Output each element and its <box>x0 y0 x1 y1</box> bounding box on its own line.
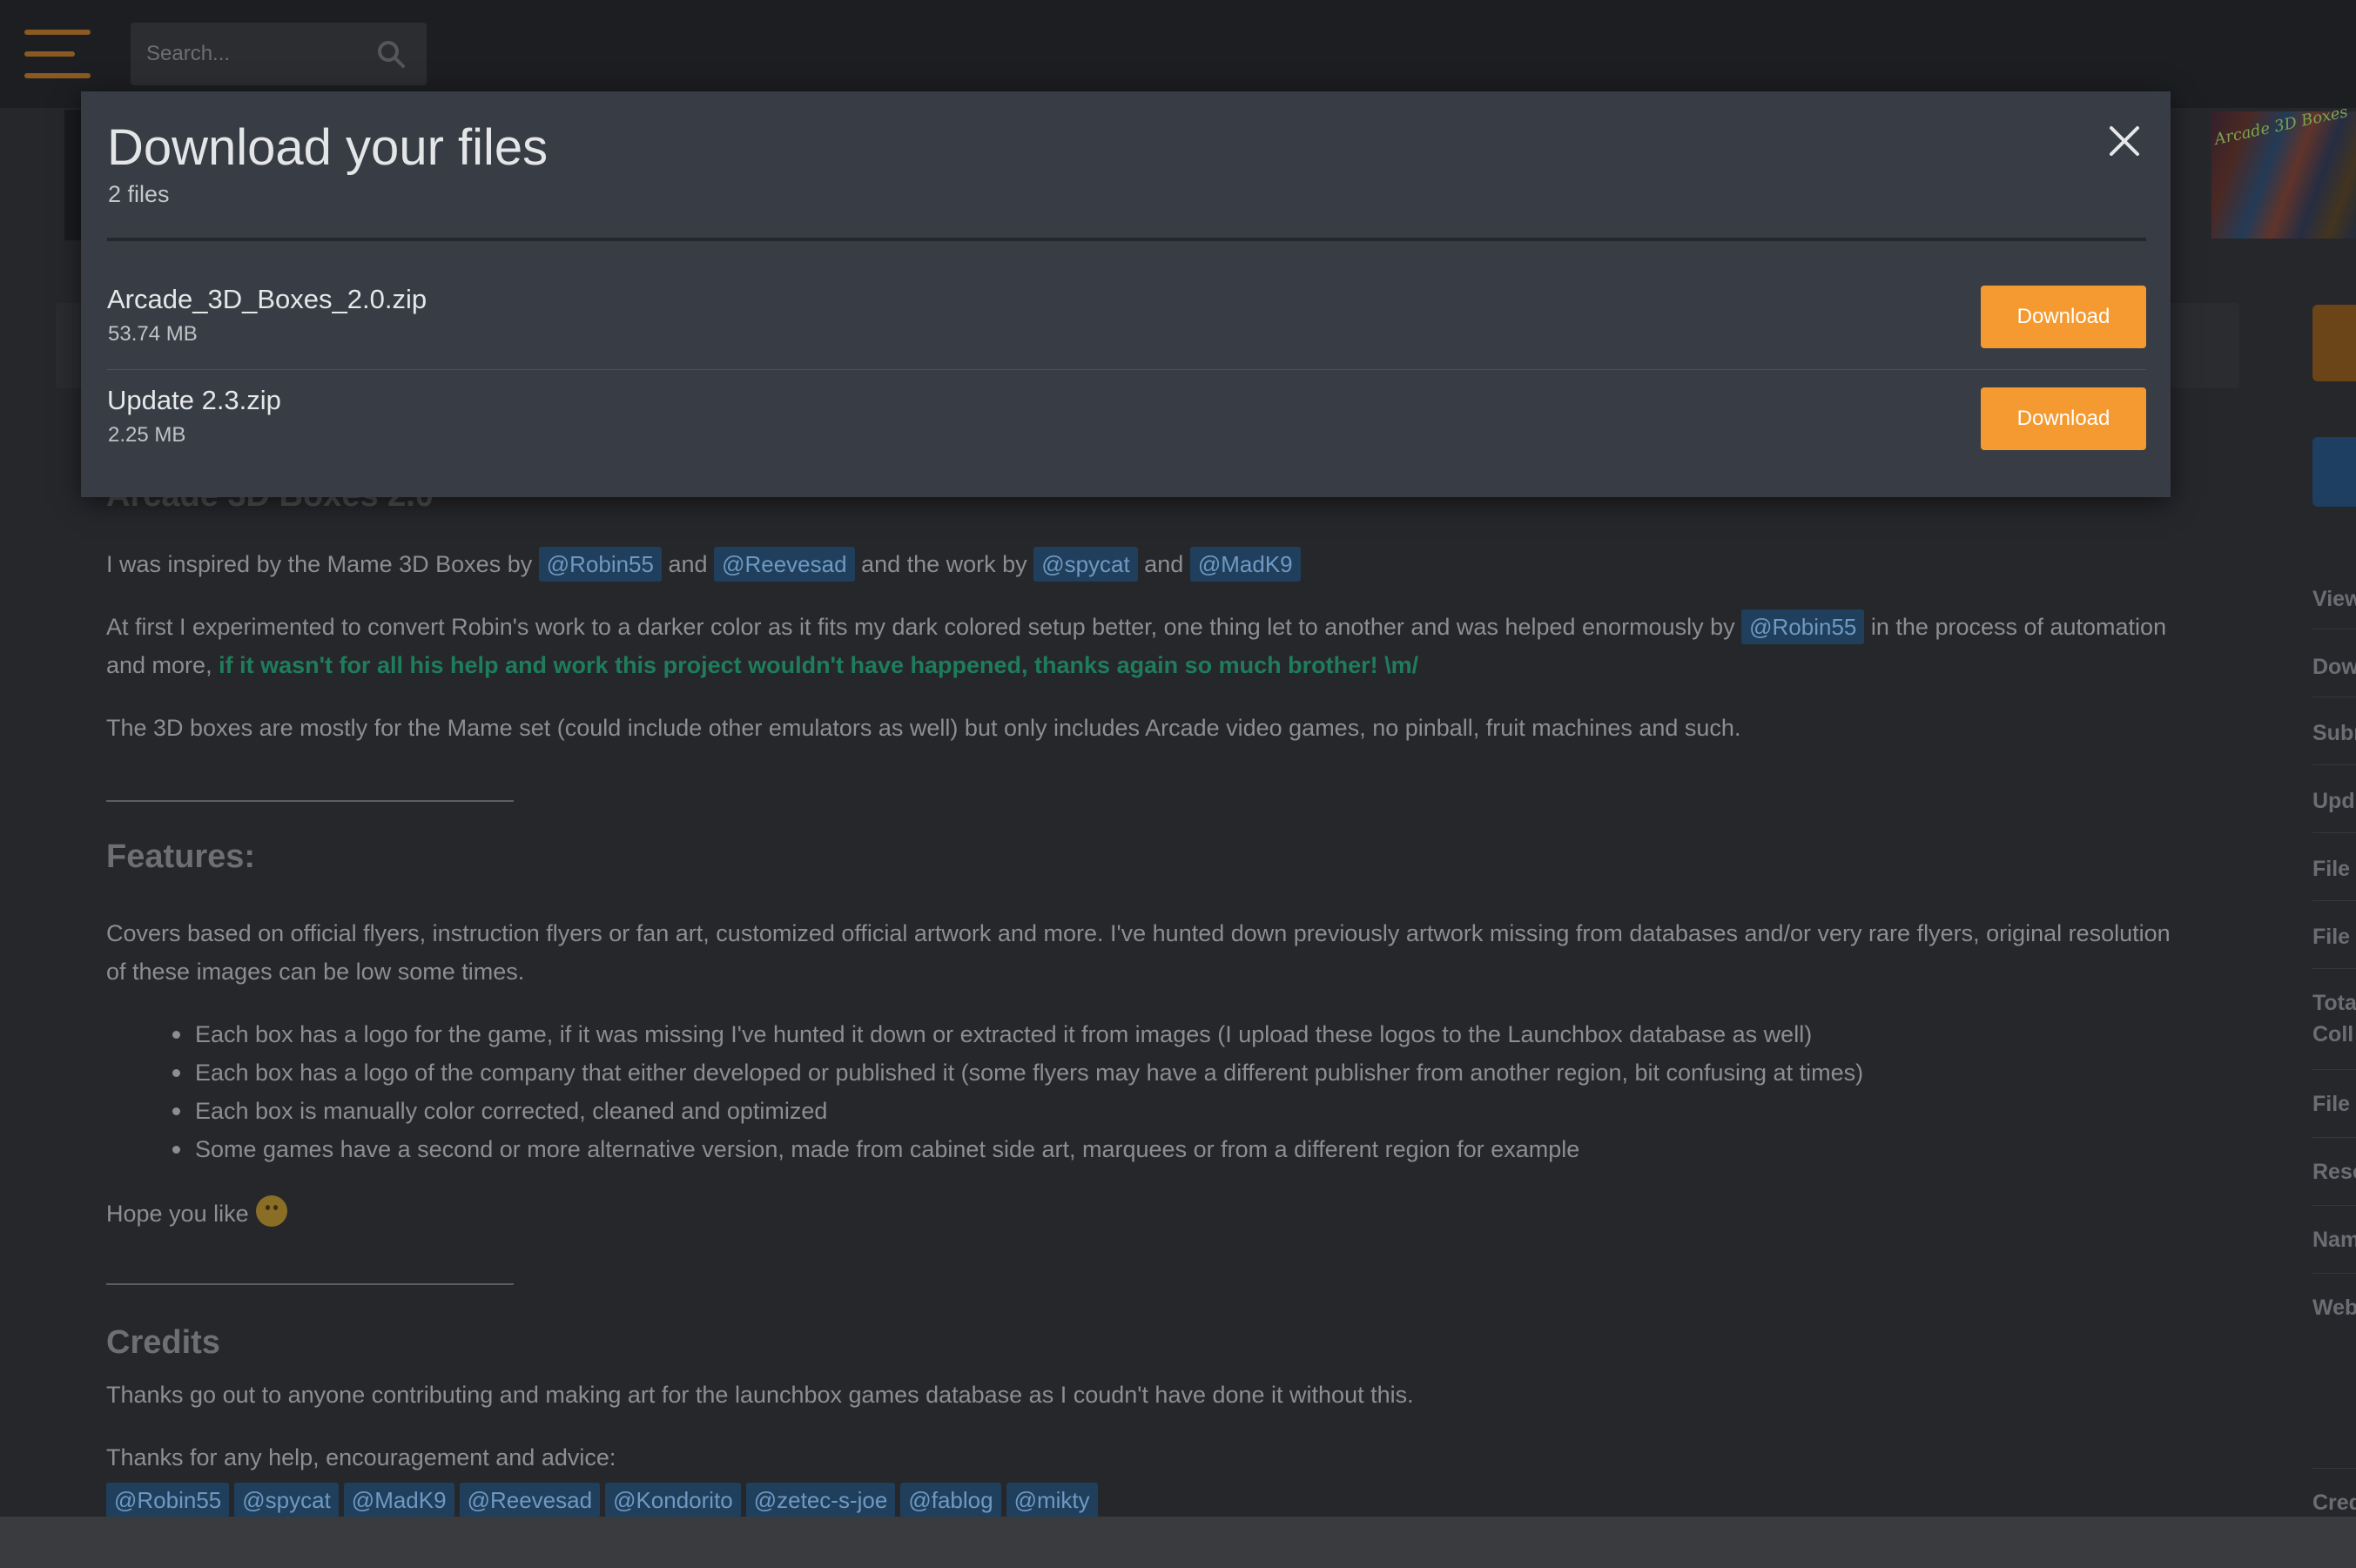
file-size: 2.25 MB <box>108 423 186 447</box>
sidebar-item: Dow <box>2312 655 2356 679</box>
divider <box>106 1283 514 1285</box>
thanks-line: Thanks for any help, encouragement and a… <box>106 1444 616 1470</box>
file-list: Arcade_3D_Boxes_2.0.zip 53.74 MB Downloa… <box>107 270 2146 488</box>
highlight-text: if it wasn't for all his help and work t… <box>219 652 1419 678</box>
search-box <box>131 23 427 85</box>
download-button[interactable]: Download <box>1981 286 2146 348</box>
mention-link[interactable]: @MadK9 <box>343 1483 454 1518</box>
list-item: Each box is manually color corrected, cl… <box>172 1092 2178 1130</box>
mention-link[interactable]: @fablog <box>900 1483 1001 1518</box>
hope-line: Hope you like <box>106 1195 2178 1233</box>
mention-link[interactable]: @Robin55 <box>538 547 662 582</box>
mention-link[interactable]: @Robin55 <box>106 1483 230 1518</box>
thanks-paragraph: At first I experimented to convert Robin… <box>106 608 2178 684</box>
file-name: Arcade_3D_Boxes_2.0.zip <box>107 284 427 314</box>
sidebar-item: Web <box>2312 1295 2356 1320</box>
mention-link[interactable]: @Reevesad <box>714 547 855 582</box>
download-button[interactable]: Download <box>1981 387 2146 450</box>
smile-icon <box>255 1195 287 1227</box>
list-item: Each box has a logo for the game, if it … <box>172 1015 2178 1053</box>
sidebar-item: Coll <box>2312 1022 2354 1046</box>
sidebar-item: File <box>2312 925 2351 949</box>
mention-link[interactable]: @Kondorito <box>605 1483 741 1518</box>
credit-mentions: @Robin55 @spycat @MadK9 @Reevesad @Kondorito… <box>106 1481 1103 1519</box>
modal-divider <box>107 238 2146 241</box>
hamburger-icon[interactable] <box>24 30 91 78</box>
sidebar-item: Upd <box>2312 789 2355 813</box>
scope-paragraph: The 3D boxes are mostly for the Mame set… <box>106 715 1741 741</box>
sidebar-item: Tota <box>2312 991 2356 1015</box>
thumbnail-logo-text: Arcade 3D Boxes <box>2212 103 2350 149</box>
mention-link[interactable]: @MadK9 <box>1189 547 1301 582</box>
bottom-bar <box>0 1517 2356 1568</box>
credits-paragraph: Thanks go out to anyone contributing and… <box>106 1382 1414 1408</box>
mention-link[interactable]: @Reevesad <box>459 1483 601 1518</box>
file-thumbnail[interactable]: Arcade 3D Boxes <box>2211 103 2356 239</box>
list-item: Each box has a logo of the company that … <box>172 1053 2178 1092</box>
sidebar-item: Cred <box>2312 1491 2356 1515</box>
mention-link[interactable]: @zetec-s-joe <box>745 1483 896 1518</box>
divider <box>106 800 514 802</box>
intro-paragraph: I was inspired by the Mame 3D Boxes by @… <box>106 545 2178 583</box>
sidebar-item: Subr <box>2312 721 2356 745</box>
sidebar-item: Reso <box>2312 1160 2356 1184</box>
sidebar-item: Nam <box>2312 1228 2356 1252</box>
file-name: Update 2.3.zip <box>107 385 281 415</box>
sidebar-item: View <box>2312 587 2356 611</box>
mention-link[interactable]: @mikty <box>1006 1483 1098 1518</box>
features-list: Each box has a logo for the game, if it … <box>172 1015 2178 1168</box>
features-heading: Features: <box>106 838 256 875</box>
list-item: Some games have a second or more alterna… <box>172 1130 2178 1168</box>
mention-link[interactable]: @spycat <box>1033 547 1138 582</box>
file-count: 2 files <box>108 181 170 207</box>
sidebar-item: File <box>2312 1092 2351 1116</box>
mention-link[interactable]: @Robin55 <box>1741 609 1865 644</box>
sidebar-follow-button[interactable] <box>2312 437 2356 507</box>
search-input[interactable] <box>131 23 366 85</box>
close-icon[interactable] <box>2103 119 2146 163</box>
search-icon[interactable] <box>376 39 406 69</box>
sidebar-download-button[interactable] <box>2312 305 2356 381</box>
file-row: Update 2.3.zip 2.25 MB Download <box>107 373 2146 473</box>
mention-link[interactable]: @spycat <box>234 1483 339 1518</box>
modal-title: Download your files <box>107 119 549 176</box>
sidebar-item: File <box>2312 857 2351 881</box>
credits-heading: Credits <box>106 1324 220 1361</box>
features-paragraph: Covers based on official flyers, instruc… <box>106 920 2171 985</box>
file-row: Arcade_3D_Boxes_2.0.zip 53.74 MB Downloa… <box>107 270 2146 370</box>
file-size: 53.74 MB <box>108 322 198 346</box>
